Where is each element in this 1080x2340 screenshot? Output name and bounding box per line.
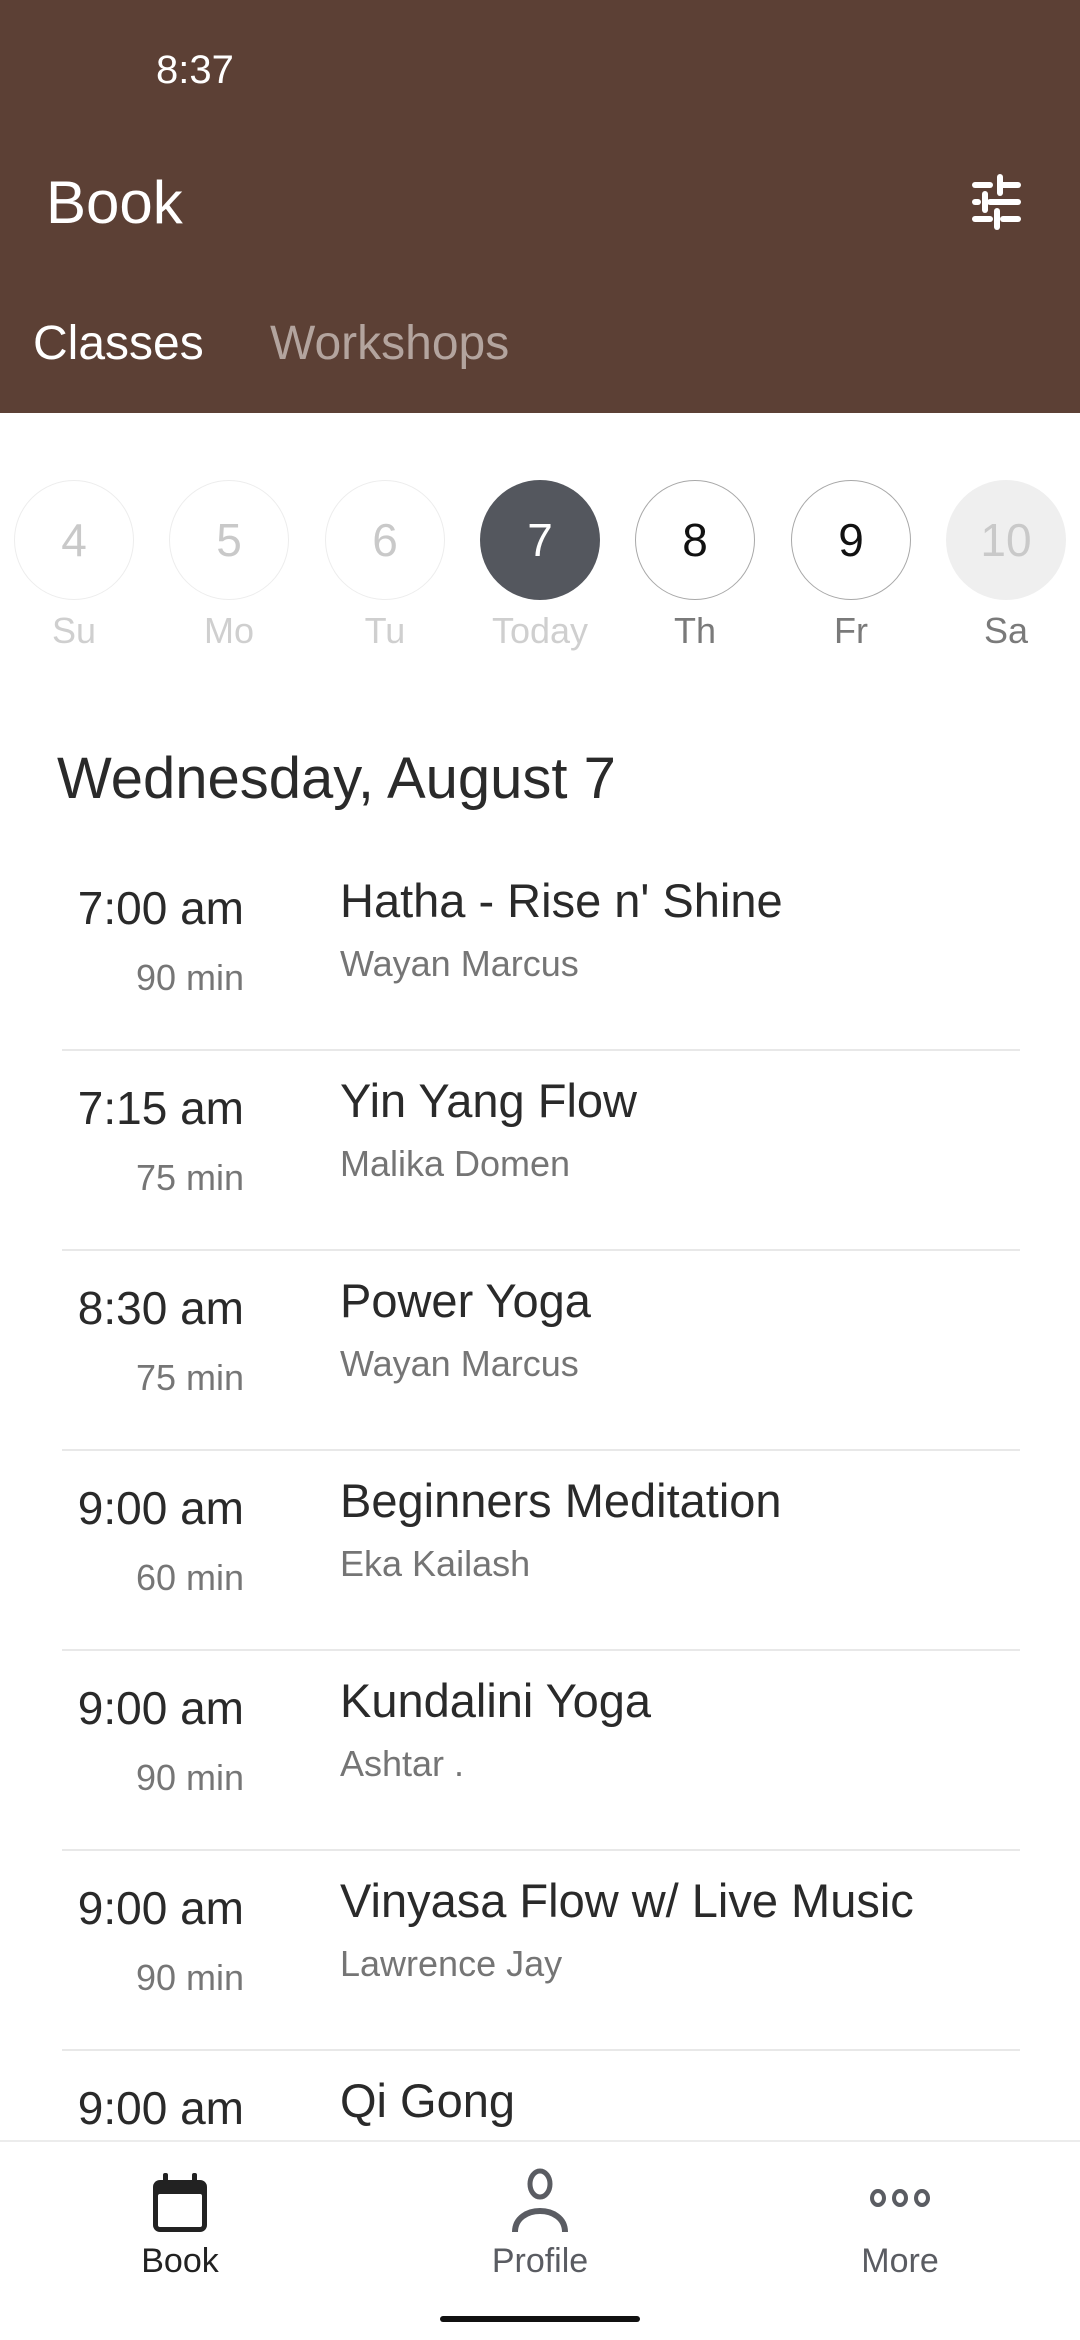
class-name: Vinyasa Flow w/ Live Music xyxy=(340,1874,914,1927)
class-duration: 75 min xyxy=(135,1357,244,1398)
date-circle: 7 xyxy=(480,480,600,600)
class-time: 8:30 am xyxy=(77,1282,244,1334)
date-circle: 5 xyxy=(169,480,289,600)
class-duration: 90 min xyxy=(135,1957,244,1998)
date-item[interactable]: 5 Mo xyxy=(169,480,289,652)
page-title: Book xyxy=(46,169,183,236)
class-name: Kundalini Yoga xyxy=(340,1674,652,1727)
class-row[interactable]: 9:00 am 90 min Kundalini Yoga Ashtar . xyxy=(62,1651,1020,1851)
class-time: 7:15 am xyxy=(77,1082,244,1134)
date-weekday: Fr xyxy=(834,610,868,651)
date-circle: 6 xyxy=(325,480,445,600)
date-weekday: Tu xyxy=(364,610,406,651)
class-row[interactable]: 8:30 am 75 min Power Yoga Wayan Marcus xyxy=(62,1251,1020,1451)
date-weekday: Today xyxy=(491,610,589,651)
class-row[interactable]: 7:00 am 90 min Hatha - Rise n' Shine Way… xyxy=(62,851,1020,1051)
filter-button[interactable] xyxy=(960,172,1032,232)
date-heading: Wednesday, August 7 xyxy=(57,746,616,811)
date-weekday: Su xyxy=(51,610,97,651)
date-circle: 10 xyxy=(946,480,1066,600)
bottom-nav: Book Profile More xyxy=(0,2140,1080,2340)
date-weekday: Mo xyxy=(203,610,254,651)
class-teacher: Malika Domen xyxy=(340,1143,571,1184)
app-header: 8:37 Book Classes Workshops xyxy=(0,0,1080,413)
class-duration: 90 min xyxy=(135,1757,244,1798)
date-circle: 4 xyxy=(14,480,134,600)
date-item[interactable]: 9 Fr xyxy=(791,480,911,652)
class-teacher: Lawrence Jay xyxy=(340,1943,563,1984)
sliders-icon xyxy=(972,174,1021,230)
home-indicator[interactable] xyxy=(440,2316,640,2322)
class-teacher: Ashtar . xyxy=(340,1743,465,1784)
nav-item-more[interactable]: More xyxy=(800,2162,1000,2281)
class-time: 9:00 am xyxy=(77,1882,244,1934)
nav-item-profile[interactable]: Profile xyxy=(440,2162,640,2281)
date-item[interactable]: 6 Tu xyxy=(325,480,445,652)
date-item[interactable]: 10 Sa xyxy=(946,480,1066,652)
class-row[interactable]: 7:15 am 75 min Yin Yang Flow Malika Dome… xyxy=(62,1051,1020,1251)
class-time: 7:00 am xyxy=(77,882,244,934)
class-row[interactable]: 9:00 am 90 min Vinyasa Flow w/ Live Musi… xyxy=(62,1851,1020,2051)
class-name: Beginners Meditation xyxy=(340,1474,782,1527)
date-circle: 8 xyxy=(635,480,755,600)
status-bar-time: 8:37 xyxy=(156,48,234,92)
nav-label: Profile xyxy=(491,2242,589,2280)
class-teacher: Eka Kailash xyxy=(340,1543,531,1584)
tab-classes[interactable]: Classes xyxy=(33,316,204,371)
class-time: 9:00 am xyxy=(77,2082,244,2134)
nav-item-book[interactable]: Book xyxy=(80,2162,280,2281)
tab-workshops[interactable]: Workshops xyxy=(270,316,509,371)
class-name: Power Yoga xyxy=(340,1274,591,1327)
class-duration: 90 min xyxy=(135,957,244,998)
nav-label: Book xyxy=(141,2242,219,2280)
nav-label: More xyxy=(861,2242,939,2280)
class-name: Hatha - Rise n' Shine xyxy=(340,874,783,927)
class-name: Yin Yang Flow xyxy=(340,1074,637,1127)
more-dots-icon xyxy=(870,2189,930,2207)
class-teacher: Wayan Marcus xyxy=(340,943,579,984)
class-duration: 75 min xyxy=(135,1157,244,1198)
date-circle: 9 xyxy=(791,480,911,600)
class-duration: 60 min xyxy=(135,1557,244,1598)
class-time: 9:00 am xyxy=(77,1682,244,1734)
class-teacher: Wayan Marcus xyxy=(340,1343,579,1384)
class-row[interactable]: 9:00 am 60 min Beginners Meditation Eka … xyxy=(62,1451,1020,1651)
date-weekday: Sa xyxy=(983,610,1029,651)
person-icon xyxy=(512,2168,568,2233)
calendar-icon xyxy=(153,2173,207,2232)
date-item[interactable]: 8 Th xyxy=(635,480,755,652)
class-name: Qi Gong xyxy=(340,2074,516,2127)
date-item-selected[interactable]: 7 Today xyxy=(480,480,600,652)
class-time: 9:00 am xyxy=(77,1482,244,1534)
date-item[interactable]: 4 Su xyxy=(14,480,134,652)
date-weekday: Th xyxy=(673,610,716,651)
